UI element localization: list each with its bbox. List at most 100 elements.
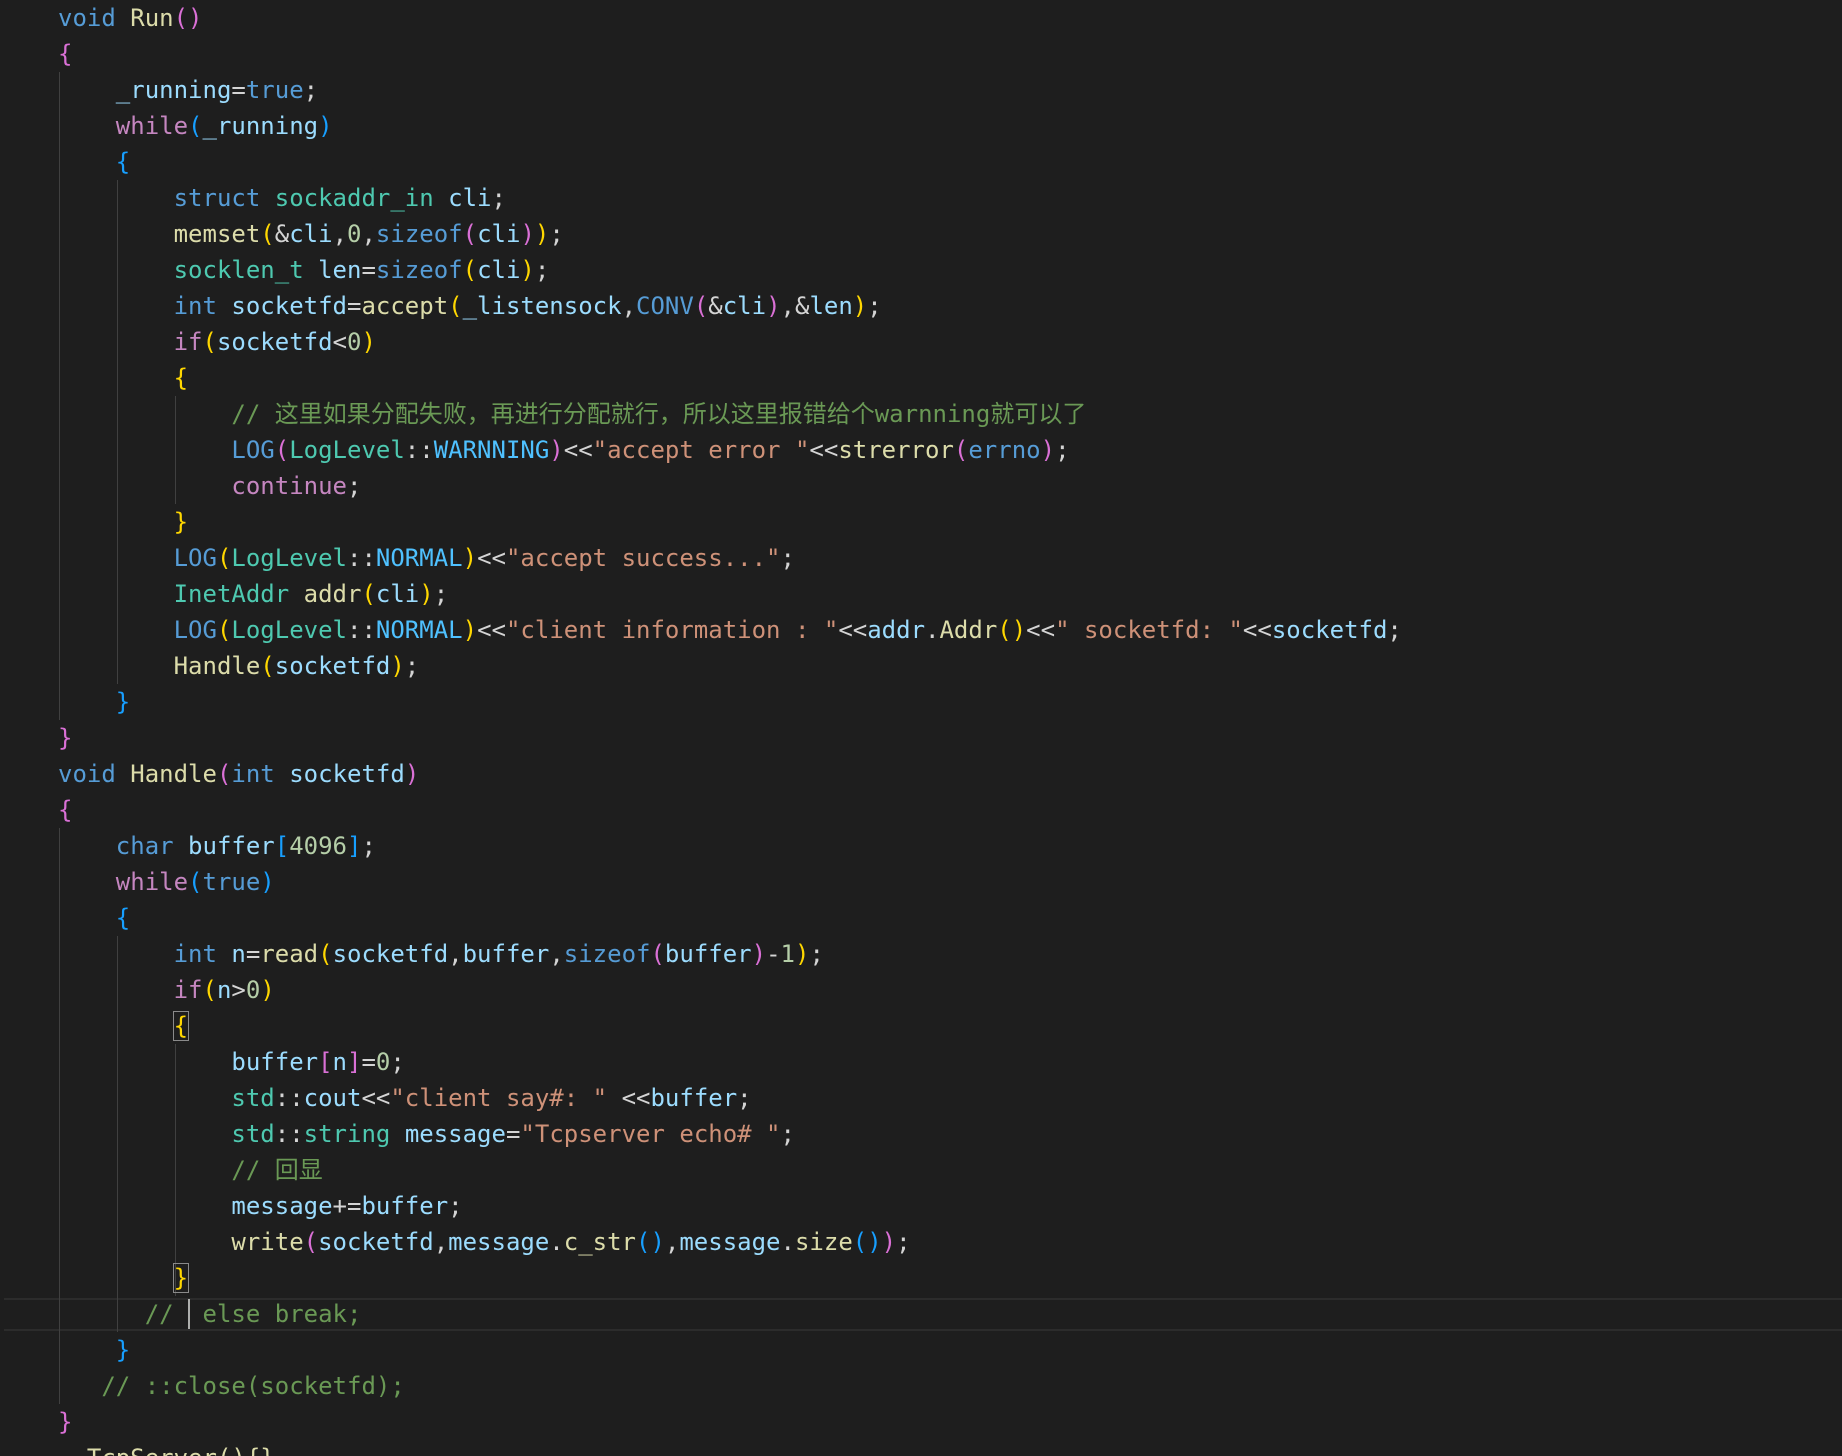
code-line[interactable]: Handle(socketfd); xyxy=(58,648,420,684)
code-token: . xyxy=(549,1228,564,1256)
code-line[interactable]: memset(&cli,0,sizeof(cli)); xyxy=(58,216,564,252)
code-line[interactable]: _running=true; xyxy=(58,72,318,108)
code-line[interactable]: if(socketfd<0) xyxy=(58,324,376,360)
code-token: , xyxy=(433,1228,449,1256)
code-token: ( xyxy=(462,220,478,248)
code-token: << xyxy=(1242,616,1272,644)
code-token: > xyxy=(231,976,246,1004)
matched-bracket: { xyxy=(172,1011,190,1041)
code-line[interactable]: struct sockaddr_in cli; xyxy=(58,180,506,216)
code-token: ; xyxy=(433,580,449,608)
code-line[interactable]: continue; xyxy=(58,468,361,504)
code-line[interactable]: if(n>0) xyxy=(58,972,275,1008)
code-line[interactable]: } xyxy=(58,720,72,756)
code-line[interactable]: } xyxy=(58,684,130,720)
code-line[interactable]: while(true) xyxy=(58,864,275,900)
code-line[interactable]: { xyxy=(58,900,130,936)
code-token: :: xyxy=(274,1084,304,1112)
code-line[interactable]: write(socketfd,message.c_str(),message.s… xyxy=(58,1224,910,1260)
code-line[interactable]: { xyxy=(58,1008,190,1044)
code-token: ] xyxy=(347,1048,362,1076)
code-token: ) xyxy=(462,544,478,572)
code-line[interactable]: ~TcpServer(){} xyxy=(58,1440,274,1456)
code-token: ( xyxy=(188,112,203,140)
text-cursor xyxy=(187,1299,190,1329)
code-line[interactable]: std::string message="Tcpserver echo# "; xyxy=(58,1116,795,1152)
code-token: NORMAL xyxy=(375,544,463,572)
code-line[interactable]: { xyxy=(58,360,188,396)
code-token: cli xyxy=(477,256,521,284)
code-token: ( xyxy=(202,328,217,356)
code-line[interactable]: // 回显 xyxy=(58,1152,322,1188)
code-line[interactable]: char buffer[4096]; xyxy=(58,828,376,864)
code-editor[interactable]: void Run(){ _running=true; while(_runnin… xyxy=(0,0,1842,1456)
code-line[interactable]: { xyxy=(58,792,72,828)
code-token: int xyxy=(231,760,275,788)
code-line[interactable]: buffer[n]=0; xyxy=(58,1044,404,1080)
code-token: ( xyxy=(303,1228,319,1256)
code-token: << xyxy=(477,616,506,644)
code-line[interactable]: message+=buffer; xyxy=(58,1188,462,1224)
code-token: ( xyxy=(462,256,478,284)
code-token: "client say#: " xyxy=(390,1084,608,1112)
code-token: = xyxy=(505,1120,521,1148)
code-token: :: xyxy=(404,436,434,464)
code-token: ; xyxy=(303,76,319,104)
code-line[interactable]: void Handle(int socketfd) xyxy=(58,756,419,792)
code-token: WARNNING xyxy=(433,436,550,464)
code-line[interactable]: } xyxy=(58,1332,130,1368)
code-token: { xyxy=(115,148,131,176)
code-token: _running xyxy=(115,76,232,104)
code-token: ; xyxy=(491,184,506,212)
code-line[interactable]: socklen_t len=sizeof(cli); xyxy=(58,252,550,288)
code-line[interactable]: { xyxy=(58,36,72,72)
code-token: ) xyxy=(462,616,478,644)
code-line[interactable]: } xyxy=(58,1404,72,1440)
code-token: LOG xyxy=(173,544,217,572)
code-line[interactable]: InetAddr addr(cli); xyxy=(58,576,449,612)
code-token: ; xyxy=(534,256,550,284)
code-line[interactable]: } xyxy=(58,1260,190,1296)
code-line[interactable]: LOG(LogLevel::NORMAL)<<"client informati… xyxy=(58,612,1402,648)
code-token: :: xyxy=(347,544,376,572)
code-token: sizeof xyxy=(375,256,463,284)
code-line[interactable]: LOG(LogLevel::NORMAL)<<"accept success..… xyxy=(58,540,795,576)
code-line[interactable]: int socketfd=accept(_listensock,CONV(&cl… xyxy=(58,288,882,324)
code-token: = xyxy=(361,1048,376,1076)
code-token: , xyxy=(549,940,564,968)
code-line[interactable]: // else break; xyxy=(58,1296,362,1332)
code-token: :: xyxy=(347,616,376,644)
code-line[interactable]: void Run() xyxy=(58,0,203,36)
code-token: , xyxy=(448,940,463,968)
code-token: () xyxy=(997,616,1027,644)
code-line[interactable]: while(_running) xyxy=(58,108,333,144)
code-token: () xyxy=(173,4,203,32)
code-token: = xyxy=(231,76,246,104)
code-token: = xyxy=(245,940,261,968)
code-token: // ::close(socketfd); xyxy=(101,1372,405,1400)
code-token: struct xyxy=(173,184,261,212)
code-line[interactable]: std::cout<<"client say#: " <<buffer; xyxy=(58,1080,751,1116)
code-line[interactable]: { xyxy=(58,144,130,180)
code-token: socketfd xyxy=(274,652,391,680)
code-token: len xyxy=(318,256,362,284)
code-line[interactable]: // 这里如果分配失败，再进行分配就行，所以这里报错给个warnning就可以了 xyxy=(58,396,1086,432)
code-token: ) xyxy=(318,112,333,140)
code-line[interactable]: LOG(LogLevel::WARNNING)<<"accept error "… xyxy=(58,432,1069,468)
code-line[interactable]: // ::close(socketfd); xyxy=(58,1368,405,1404)
code-token: } xyxy=(58,724,73,752)
code-token: cli xyxy=(448,184,492,212)
code-token: 0 xyxy=(245,976,261,1004)
code-token: sizeof xyxy=(375,220,463,248)
code-line[interactable]: int n=read(socketfd,buffer,sizeof(buffer… xyxy=(58,936,824,972)
code-line[interactable]: } xyxy=(58,504,188,540)
code-token: socketfd xyxy=(318,1228,434,1256)
code-token: InetAddr xyxy=(173,580,290,608)
code-token: Run xyxy=(130,4,174,32)
